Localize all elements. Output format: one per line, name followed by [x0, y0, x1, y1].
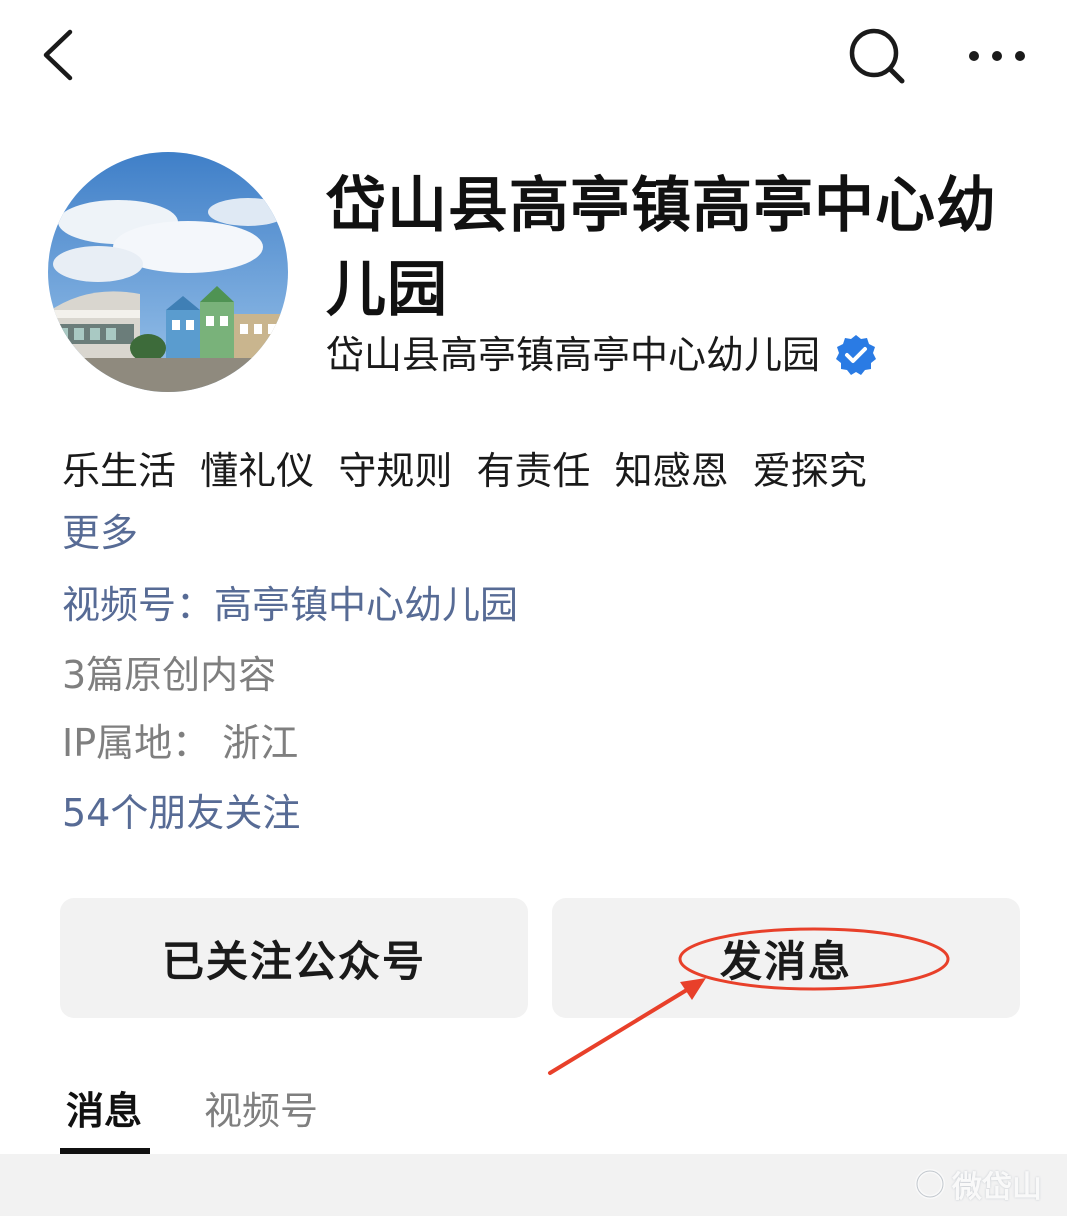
- send-message-button[interactable]: 发消息: [552, 898, 1020, 1018]
- account-name: 岱山县高亭镇高亭中心幼儿园: [326, 171, 997, 325]
- verified-badge-icon: [836, 335, 877, 375]
- channel-link[interactable]: 视频号：高亭镇中心幼儿园: [62, 578, 518, 632]
- tab-messages[interactable]: 消息: [66, 1084, 142, 1138]
- friends-following-link[interactable]: 54个朋友关注: [62, 786, 300, 840]
- chevron-left-icon: [43, 29, 73, 81]
- watermark-text: 微岱山: [952, 1170, 1042, 1205]
- subject-row[interactable]: 岱山县高亭镇高亭中心幼儿园: [326, 328, 878, 382]
- tab-channels[interactable]: 视频号: [204, 1084, 318, 1138]
- followed-button[interactable]: 已关注公众号: [60, 898, 528, 1018]
- channel-label: 视频号：: [62, 583, 215, 627]
- subject-name: 岱山县高亭镇高亭中心幼儿园: [326, 333, 821, 377]
- content-area-top: [0, 1154, 1067, 1216]
- original-content-count[interactable]: 3篇原创内容: [62, 648, 276, 702]
- avatar[interactable]: [48, 152, 288, 392]
- channel-name: 高亭镇中心幼儿园: [214, 583, 519, 627]
- more-horizontal-icon: [969, 51, 1025, 61]
- search-button[interactable]: [840, 22, 914, 88]
- more-link[interactable]: 更多: [62, 506, 138, 560]
- avatar-image: [48, 152, 288, 392]
- back-button[interactable]: [30, 22, 90, 88]
- watermark: 微岱山: [914, 1164, 1042, 1205]
- watermark-logo-icon: [915, 1169, 945, 1199]
- more-button[interactable]: [952, 32, 1042, 80]
- ip-location: IP属地： 浙江: [62, 721, 299, 765]
- search-icon: [849, 28, 905, 84]
- profile-description: 乐生活 懂礼仪 守规则 有责任 知感恩 爱探究: [62, 449, 867, 493]
